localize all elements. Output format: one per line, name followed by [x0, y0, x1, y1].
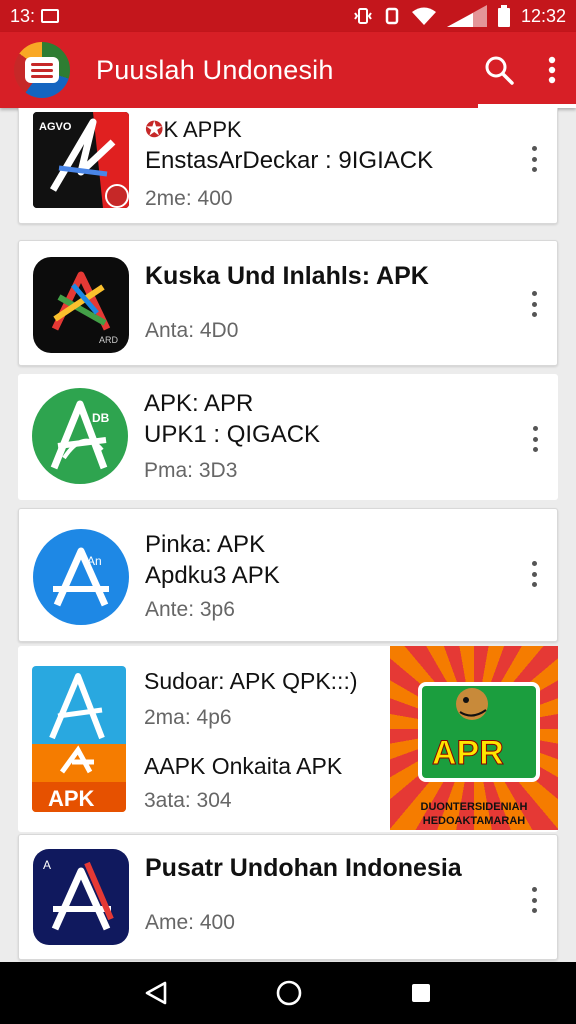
status-left-time: 13: — [10, 5, 36, 26]
recents-icon[interactable] — [409, 981, 433, 1005]
signal-icon — [446, 5, 487, 27]
list-item-subtitle: Apdku3 APK — [145, 562, 280, 589]
list-item-subtitle: EnstasArDeckar : 9IGIACK — [145, 147, 434, 174]
item-menu-icon[interactable] — [527, 291, 541, 317]
app-icon: DB — [32, 388, 128, 484]
list-item-text: Kuska Und Inlahls: APK Anta: 4D0 — [145, 261, 497, 346]
app-title: Puuslah Undonesih — [96, 54, 334, 85]
wifi-icon — [411, 7, 436, 25]
app-icon-label: A — [43, 858, 51, 872]
back-icon[interactable] — [143, 980, 169, 1006]
list-item-subtitle: UPK1 : QIGACK — [144, 421, 321, 448]
app-icon-graphic: ARD — [51, 271, 119, 345]
app-icon-graphic: AGVO — [33, 112, 129, 208]
list-item-title: Pusatr Undohan Indonesia — [145, 854, 462, 882]
list-item-title: Kuska Und Inlahls: APK — [145, 262, 429, 290]
app-icon-label: ARD — [99, 335, 119, 345]
app-logo-mark — [25, 57, 59, 83]
app-icon-graphic: A — [43, 858, 114, 931]
app-icon: APK — [32, 666, 126, 812]
app-icon: ARD — [33, 257, 129, 353]
app-icon-label: APK — [48, 786, 95, 811]
list-item-text: Pinka: APK Apdku3 APK Ante: 3p6 — [145, 529, 497, 625]
promo-banner[interactable]: APR DUONTERSIDENIAH HEDOAKTAMARAH — [390, 646, 558, 830]
status-right: 12:32 — [353, 5, 566, 27]
list-item-meta: Ame: 400 — [145, 911, 235, 934]
list-item-meta: 2me: 400 — [145, 187, 233, 210]
app-icon: A — [33, 849, 129, 945]
app-icon-graphic: An — [53, 547, 109, 607]
item-menu-icon[interactable] — [527, 146, 541, 172]
promo-banner-logo: APR — [432, 734, 504, 772]
list-item-meta: Anta: 4D0 — [145, 319, 239, 342]
item-menu-icon[interactable] — [527, 887, 541, 913]
overflow-menu-icon[interactable] — [548, 56, 556, 84]
app-logo-icon[interactable] — [14, 42, 70, 98]
app-icon: AGVO — [33, 112, 129, 208]
image-notification-icon — [41, 9, 60, 23]
app-icon-label: DB — [92, 411, 110, 425]
list-item-title: Pinka: APK — [145, 531, 266, 558]
list-item-meta: 3ata: 304 — [144, 789, 232, 812]
list-item[interactable]: ARD Kuska Und Inlahls: APK Anta: 4D0 — [18, 240, 558, 366]
list-item[interactable]: APK Sudoar: APK QPK:::) 2ma: 4p6 AAPK On… — [18, 646, 558, 832]
search-icon[interactable] — [484, 55, 514, 85]
app-actions — [484, 55, 556, 85]
list-item-text: ✪K APPK EnstasArDeckar : 9IGIACK 2me: 40… — [145, 114, 497, 214]
list-item[interactable]: A Pusatr Undohan Indonesia Ame: 400 — [18, 834, 558, 960]
promo-banner-caption: DUONTERSIDENIAH — [421, 801, 528, 813]
vibrate-icon — [354, 8, 372, 24]
status-bar: 13: 12:32 — [0, 0, 576, 32]
app-bar: Puuslah Undonesih — [0, 32, 576, 108]
app-icon-graphic: APK — [32, 666, 126, 812]
list-item-subtitle: AAPK Onkaita APK — [144, 753, 343, 779]
warning-icon: ✪ — [145, 117, 164, 142]
home-icon[interactable] — [275, 979, 303, 1007]
item-menu-icon[interactable] — [528, 426, 542, 452]
alarm-icon — [385, 7, 399, 25]
navigation-bar — [0, 962, 576, 1024]
list-item-meta: 2ma: 4p6 — [144, 706, 232, 729]
list-item-text: Pusatr Undohan Indonesia Ame: 400 — [145, 853, 497, 938]
list-item-title: APK: APR — [144, 390, 254, 417]
list-item-meta: Ante: 3p6 — [145, 598, 235, 621]
status-time: 12:32 — [520, 5, 566, 26]
list-item-title: Sudoar: APK QPK:::) — [144, 668, 358, 694]
app-icon-label: AGVO — [39, 121, 72, 133]
app-icon-graphic: DB — [50, 400, 110, 470]
list-item-meta: Pma: 3D3 — [144, 459, 238, 482]
app-icon: An — [33, 529, 129, 625]
battery-icon — [497, 5, 510, 27]
list-item[interactable]: AGVO ✪K APPK EnstasArDeckar : 9IGIACK 2m… — [18, 108, 558, 224]
app-icon-label: An — [87, 554, 102, 568]
promo-banner-caption: HEDOAKTAMARAH — [423, 815, 526, 827]
list-item-text: Sudoar: APK QPK:::) 2ma: 4p6 AAPK Onkait… — [144, 666, 382, 816]
list-item[interactable]: An Pinka: APK Apdku3 APK Ante: 3p6 — [18, 508, 558, 642]
list-item[interactable]: DB APK: APR UPK1 : QIGACK Pma: 3D3 — [18, 374, 558, 500]
promo-banner-graphic: APR DUONTERSIDENIAH HEDOAKTAMARAH — [418, 682, 540, 827]
list-item-text: APK: APR UPK1 : QIGACK Pma: 3D3 — [144, 388, 498, 486]
list-item-line: ✪K APPK — [145, 114, 497, 145]
list-item-title: K APPK — [163, 117, 242, 142]
item-menu-icon[interactable] — [527, 561, 541, 587]
status-left: 13: — [10, 5, 60, 27]
app-list[interactable]: AGVO ✪K APPK EnstasArDeckar : 9IGIACK 2m… — [0, 108, 576, 962]
